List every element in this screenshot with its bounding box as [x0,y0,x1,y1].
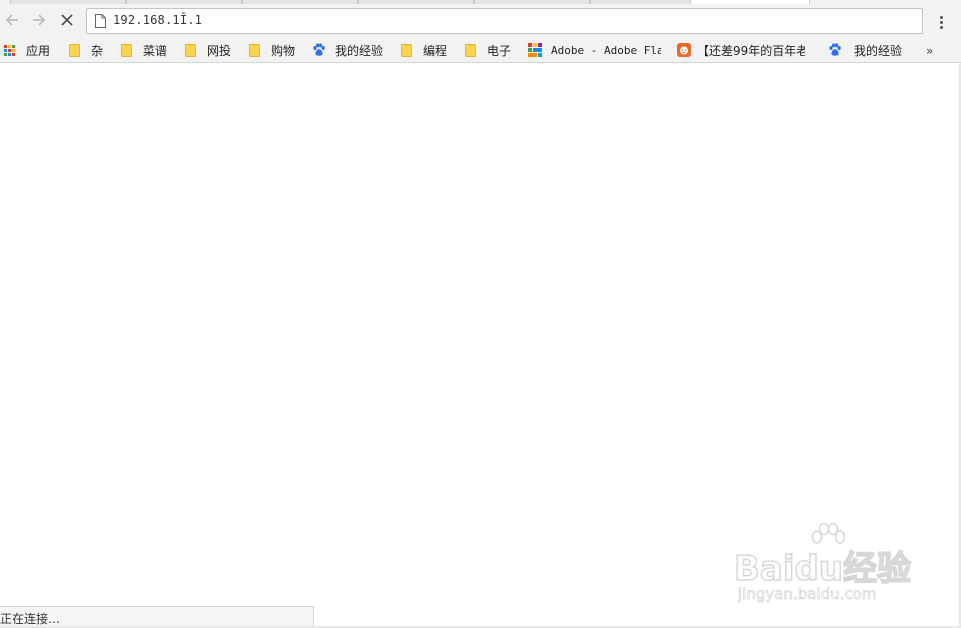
bookmark-label: 我的经验 [335,43,384,58]
page-icon [95,14,106,28]
bookmarks-bar: 应用 杂 菜谱 网投 购物 我的经验 编程 电子 Adobe - Adobe F… [0,38,961,63]
bookmark-baidu[interactable]: 我的经验 [828,40,902,60]
bookmark-baidu[interactable]: 我的经验 [312,40,383,60]
status-text: 正在连接… [0,612,61,626]
arrow-right-icon [33,14,46,26]
baidu-paw-icon [828,43,842,57]
bookmark-label: 购物 [271,43,296,58]
adobe-colorful-icon [528,43,542,57]
orange-face-icon [677,43,691,57]
bookmark-folder[interactable]: 电子 [464,40,511,60]
folder-icon [68,43,82,57]
watermark-url: jingyan.baidu.com [738,585,877,604]
url-text[interactable]: 192.168.1Ī.1 [113,13,202,27]
stop-loading-button[interactable] [55,8,79,32]
baidu-paw-icon [312,43,326,57]
watermark-logo: Baidu经验 [733,548,912,590]
apps-grid-icon [3,43,17,57]
arrow-left-icon [5,14,18,26]
bookmark-folder[interactable]: 编程 [400,40,447,60]
forward-button[interactable] [27,8,51,32]
bookmark-label: 网投 [207,43,232,58]
bookmark-folder[interactable]: 购物 [248,40,295,60]
bookmark-label: 编程 [423,43,448,58]
folder-icon [464,43,478,57]
bookmark-folder[interactable]: 菜谱 [120,40,167,60]
bookmark-label: 应用 [26,43,51,58]
address-bar[interactable]: 192.168.1Ī.1 [86,8,923,34]
bookmark-article[interactable]: 【还差99年的百年老 [677,40,815,60]
bookmark-adobe[interactable]: Adobe - Adobe Flas [528,40,664,60]
back-button[interactable] [0,8,24,32]
folder-icon [184,43,198,57]
bookmark-label: 杂 [91,43,104,58]
bookmark-label: 电子 [487,43,512,58]
folder-icon [120,43,134,57]
folder-icon [248,43,262,57]
vertical-ellipsis-icon [939,15,943,19]
browser-toolbar: 192.168.1Ī.1 [0,4,961,38]
bookmarks-overflow-button[interactable]: » [926,44,933,58]
close-icon [61,14,73,26]
bookmark-label: Adobe - Adobe Flas [551,43,661,57]
baidu-jingyan-watermark: Baidu经验 jingyan.baidu.com [733,523,914,609]
bookmark-label: 我的经验 [854,43,903,58]
bookmark-folder[interactable]: 杂 [68,40,103,60]
bookmark-label: 菜谱 [143,43,168,58]
bookmark-apps[interactable]: 应用 [3,40,50,60]
folder-icon [400,43,414,57]
browser-menu-button[interactable] [930,12,952,32]
bookmark-folder[interactable]: 网投 [184,40,231,60]
bookmark-label: 【还差99年的百年老 [697,43,805,58]
status-bubble: 正在连接… [0,606,314,626]
